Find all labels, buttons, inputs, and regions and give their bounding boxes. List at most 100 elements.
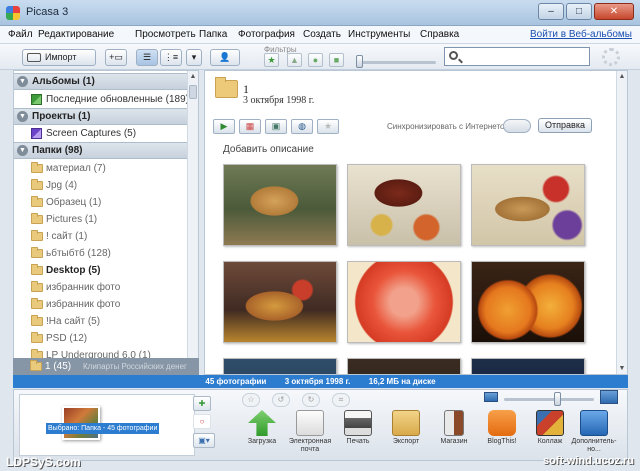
view-dropdown-button[interactable]: ▾ <box>186 49 202 66</box>
menu-edit[interactable]: Редактирование <box>38 29 114 40</box>
close-button[interactable]: ✕ <box>594 3 634 20</box>
folder-item[interactable]: Образец (1) <box>14 194 189 211</box>
size-slider-track[interactable] <box>504 398 594 401</box>
scroll-up-icon[interactable]: ▲ <box>618 73 626 80</box>
folder-item[interactable]: избранник фото <box>14 279 189 296</box>
photo-thumbnail[interactable] <box>347 358 461 374</box>
menu-create[interactable]: Создать <box>303 29 341 40</box>
export-button[interactable]: Экспорт <box>384 410 428 446</box>
video-filter-button[interactable]: ■ <box>329 53 344 67</box>
folders-section-header[interactable]: ▼ Папки (98) <box>14 142 189 159</box>
photo-thumbnail[interactable] <box>471 261 585 343</box>
menu-photo[interactable]: Фотография <box>238 29 295 40</box>
menu-help[interactable]: Справка <box>420 29 459 40</box>
star-button[interactable]: ★ <box>317 119 339 134</box>
menu-tools[interactable]: Инструменты <box>348 29 410 40</box>
play-icon: ▶ <box>220 121 228 131</box>
add-to-album-button[interactable]: +▭ <box>105 49 127 66</box>
project-item-screen-captures[interactable]: Screen Captures (5) <box>14 125 189 142</box>
albums-section-label: Альбомы (1) <box>32 76 95 87</box>
sync-toggle[interactable] <box>503 119 531 133</box>
sidebar-scrollbar[interactable]: ▲ ▼ <box>187 71 198 374</box>
library-view-button[interactable]: ☰ <box>136 49 158 66</box>
photo-thumbnail[interactable] <box>347 164 461 246</box>
folder-item[interactable]: Pictures (1) <box>14 211 189 228</box>
photo-thumbnail[interactable] <box>223 261 337 343</box>
more-button[interactable]: Дополнитель-но... <box>570 410 618 454</box>
project-item-label: Screen Captures (5) <box>46 128 137 139</box>
timeline-view-button[interactable]: ⋮≡ <box>160 49 182 66</box>
faces-filter-button[interactable]: ● <box>308 53 323 67</box>
folder-icon <box>31 179 43 190</box>
maximize-button[interactable]: □ <box>566 3 592 20</box>
print-button[interactable]: Печать <box>336 410 380 446</box>
menu-folder[interactable]: Папка <box>199 29 227 40</box>
sidebar-scroll-thumb[interactable] <box>189 85 197 99</box>
search-input[interactable] <box>444 47 590 66</box>
albums-section-header[interactable]: ▼ Альбомы (1) <box>14 73 189 90</box>
photo-grid-scrollbar[interactable]: ▲ ▼ <box>616 71 627 374</box>
email-button[interactable]: Электронная почта <box>288 410 332 454</box>
geotag-button[interactable]: ◍ <box>291 119 313 134</box>
folder-item[interactable]: !На сайт (5) <box>14 313 189 330</box>
shop-icon <box>444 410 464 436</box>
folder-item[interactable]: ьбтыбтб (128) <box>14 245 189 262</box>
movie-button[interactable]: ▣ <box>265 119 287 134</box>
menu-view[interactable]: Просмотреть <box>135 29 196 40</box>
filter-slider-track[interactable] <box>358 61 436 64</box>
photo-thumbnail[interactable] <box>471 164 585 246</box>
slideshow-button[interactable]: ▶ <box>213 119 235 134</box>
folder-item-label: избранник фото <box>46 299 121 310</box>
folder-item[interactable]: Desktop (5) <box>14 262 189 279</box>
description-field[interactable]: Добавить описание <box>223 144 314 155</box>
folder-icon <box>31 213 43 224</box>
scroll-down-icon[interactable]: ▼ <box>618 365 626 372</box>
folder-item[interactable]: Jpg (4) <box>14 177 189 194</box>
share-button[interactable]: Отправка <box>538 118 592 133</box>
rotate-left-button[interactable]: ↺ <box>272 393 290 407</box>
selected-folder-item[interactable]: 1 (45) Клипарты Российских денег <box>13 358 199 375</box>
collage-tray-button[interactable]: Коллаж <box>528 410 572 446</box>
photo-thumbnail[interactable] <box>223 164 337 246</box>
folder-item[interactable]: материал (7) <box>14 160 189 177</box>
import-button[interactable]: Импорт <box>22 49 96 66</box>
collapse-icon[interactable]: ▼ <box>17 111 28 122</box>
collage-button[interactable]: ▦ <box>239 119 261 134</box>
photo-thumbnail[interactable] <box>471 358 585 374</box>
minimize-button[interactable]: – <box>538 3 564 20</box>
blogthis-button[interactable]: BlogThis! <box>480 410 524 446</box>
photo-tray: Выбрано: Папка - 45 фотографии ✚ ○ ▣▾ ☆ … <box>13 389 628 461</box>
rotate-right-button[interactable]: ↻ <box>302 393 320 407</box>
status-photo-count: 45 фотографии <box>205 377 267 386</box>
folder-item[interactable]: PSD (12) <box>14 330 189 347</box>
menu-file[interactable]: Файл <box>8 29 33 40</box>
size-slider-handle[interactable] <box>554 392 561 406</box>
filter-slider-handle[interactable] <box>356 55 363 68</box>
shop-button[interactable]: Магазин <box>432 410 476 446</box>
star-tray-button[interactable]: ☆ <box>242 393 260 407</box>
clear-icon: ○ <box>199 417 205 426</box>
uploaded-filter-button[interactable]: ▲ <box>287 53 302 67</box>
collapse-icon[interactable]: ▼ <box>17 145 28 156</box>
starred-filter-button[interactable]: ★ <box>264 53 279 67</box>
tags-button[interactable]: ▣▾ <box>193 433 215 448</box>
collapse-icon[interactable]: ▼ <box>17 76 28 87</box>
menu-bar: Файл Редактирование Просмотреть Папка Фо… <box>0 26 640 44</box>
folder-item[interactable]: ! сайт (1) <box>14 228 189 245</box>
search-icon <box>449 51 458 60</box>
scroll-up-icon[interactable]: ▲ <box>189 73 197 80</box>
people-button[interactable]: 👤 <box>210 49 240 66</box>
photo-thumbnail[interactable] <box>347 261 461 343</box>
clear-button[interactable]: ○ <box>193 414 211 429</box>
upload-button[interactable]: Загрузка <box>240 410 284 446</box>
tray-selection-box[interactable]: Выбрано: Папка - 45 фотографии <box>19 394 195 456</box>
projects-section-header[interactable]: ▼ Проекты (1) <box>14 108 189 125</box>
hold-button[interactable]: ✚ <box>193 396 211 411</box>
web-albums-link[interactable]: Войти в Веб-альбомы <box>530 29 632 40</box>
album-item-recent[interactable]: Последние обновленные (189) <box>14 91 189 108</box>
status-date: 3 октября 1998 г. <box>284 377 351 386</box>
watermark-right: soft-wind.ucoz.ru <box>542 455 634 467</box>
folder-item[interactable]: избранник фото <box>14 296 189 313</box>
tag-button[interactable]: ⌗ <box>332 393 350 407</box>
photo-thumbnail[interactable] <box>223 358 337 374</box>
